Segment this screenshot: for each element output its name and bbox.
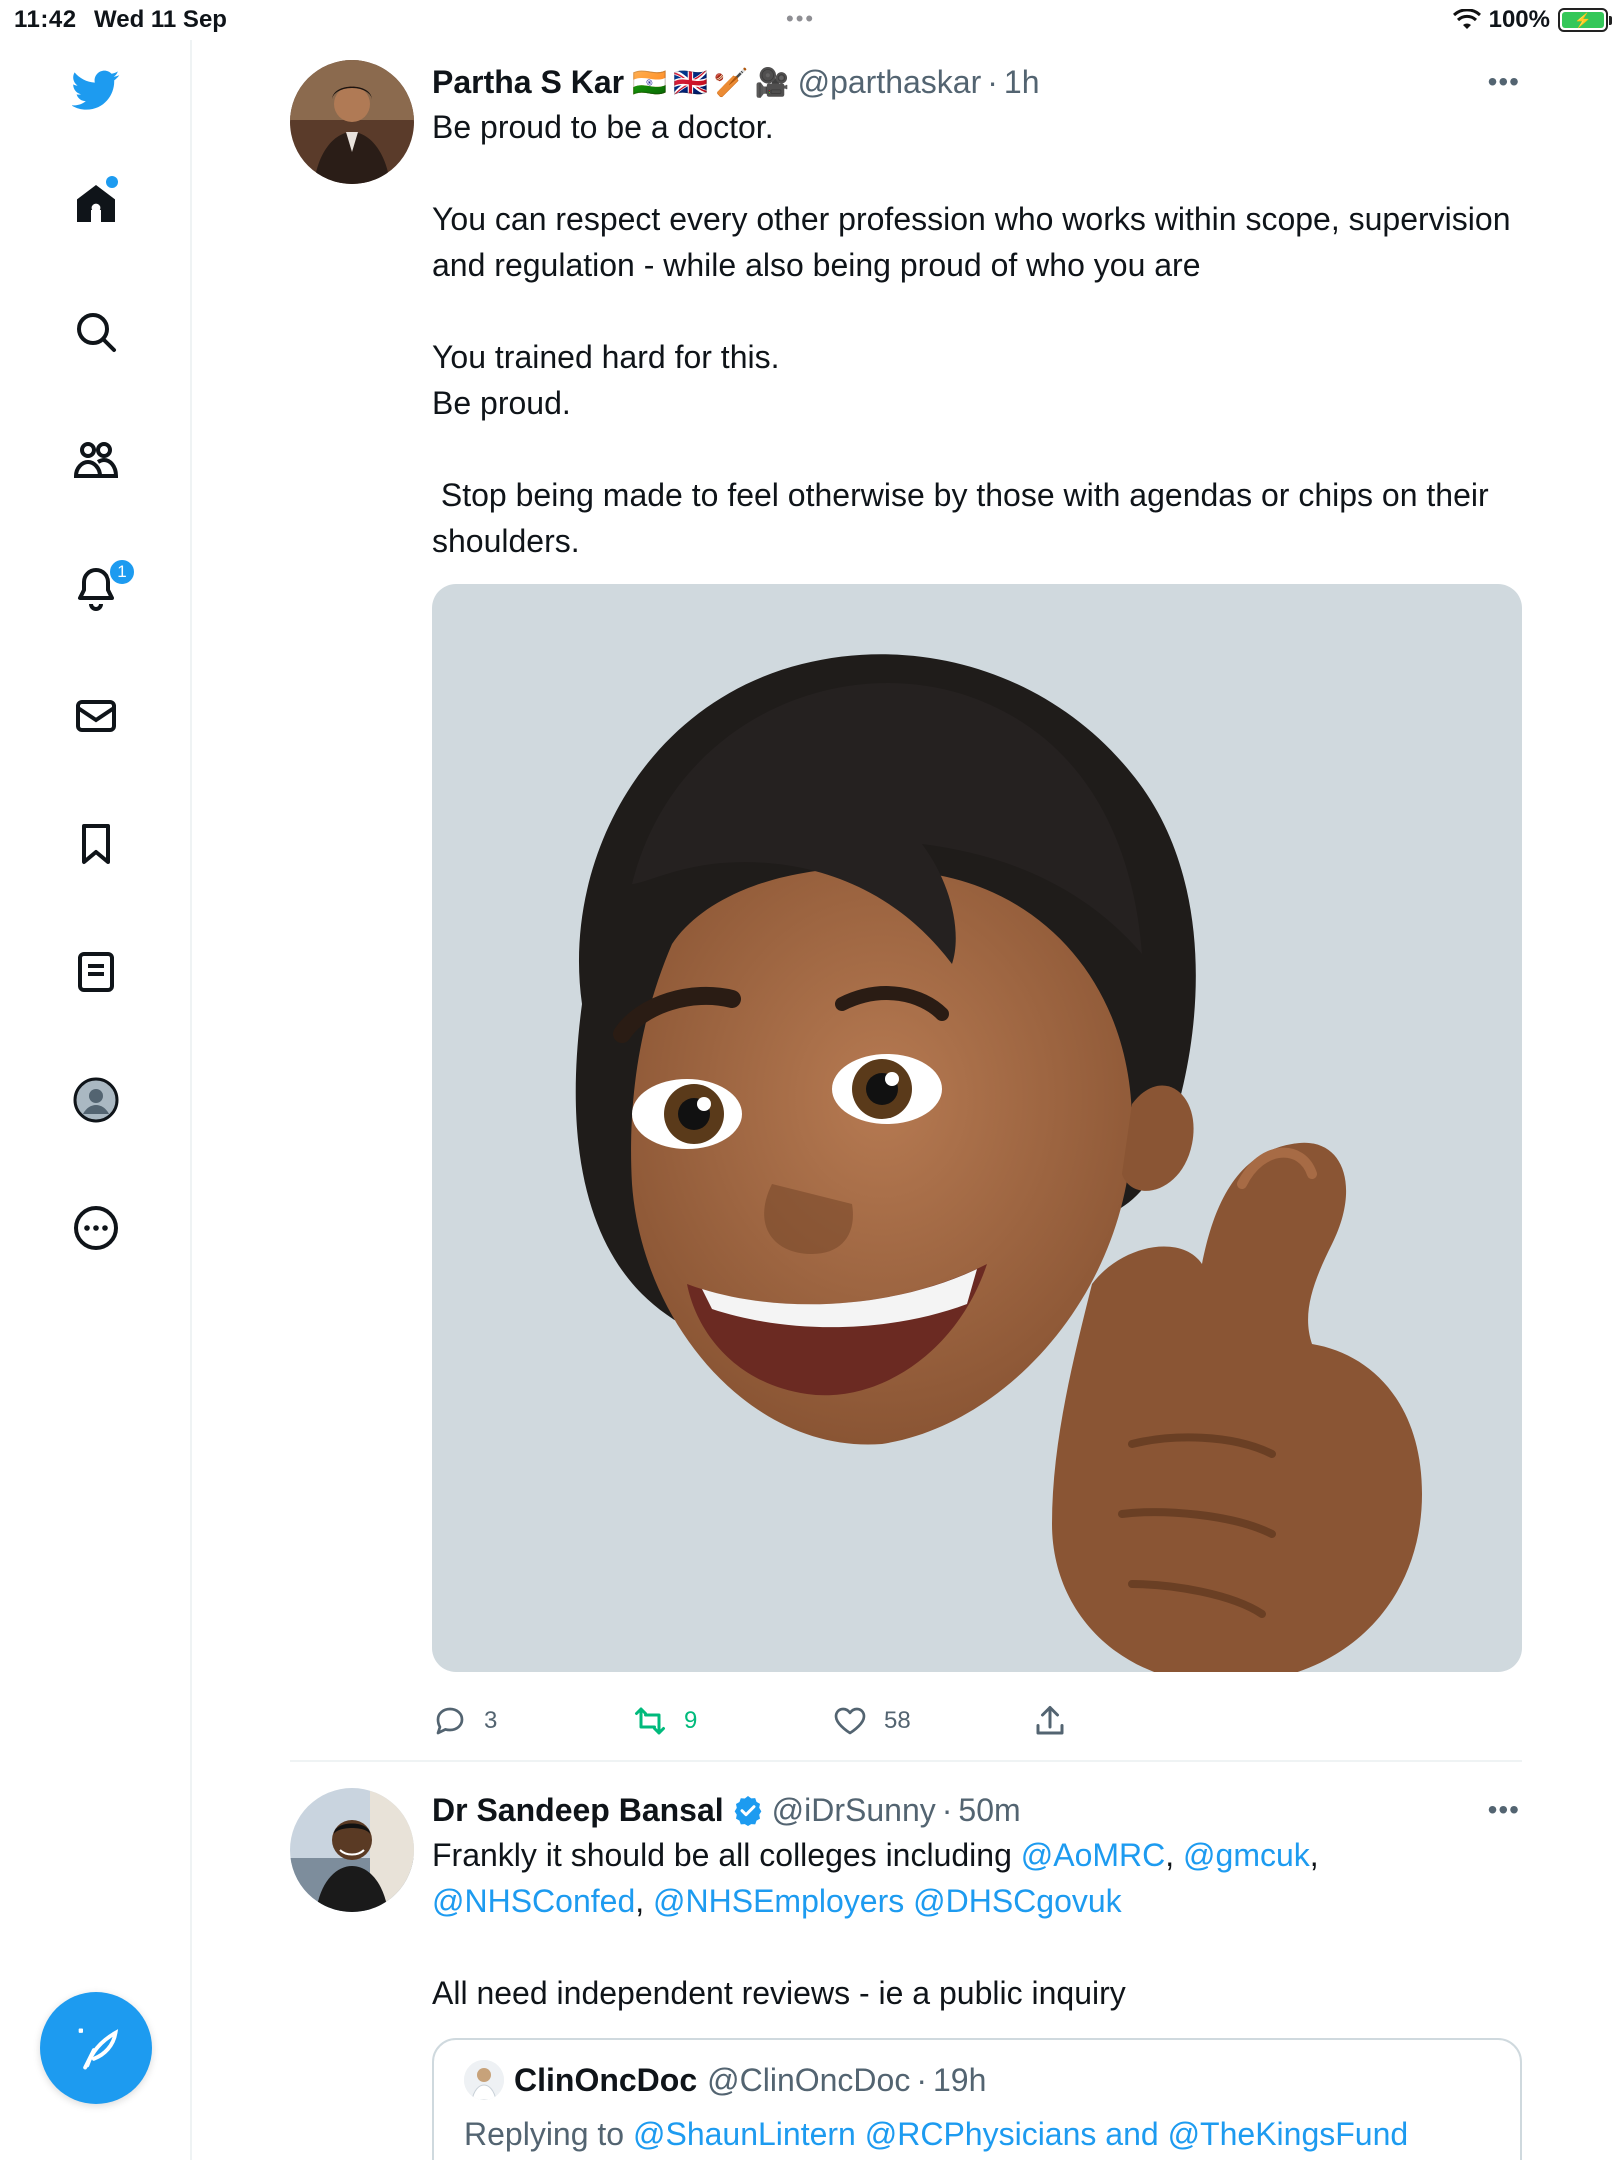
battery-icon: ⚡ [1558, 8, 1612, 32]
status-date: Wed 11 Sep [94, 6, 227, 33]
status-time: 11:42 [14, 6, 77, 33]
sidebar-nav: 1 [0, 40, 192, 2160]
retweet-icon [635, 1707, 665, 1735]
notifications-badge: 1 [108, 558, 136, 586]
replying-to-mentions[interactable]: @ShaunLintern @RCPhysicians and @TheKing… [633, 2116, 1408, 2152]
quoted-tweet[interactable]: ClinOncDoc @ClinOncDoc · 19h Replying to… [432, 2038, 1522, 2160]
author-name[interactable]: Dr Sandeep Bansal [432, 1792, 724, 1829]
battery-percent: 100% [1488, 6, 1550, 33]
more-options-icon[interactable] [68, 1200, 124, 1256]
status-indicators: 100% ⚡ [1452, 6, 1612, 34]
messages-icon[interactable] [68, 688, 124, 744]
tweet-divider [290, 1760, 1522, 1762]
profile-icon[interactable] [68, 1072, 124, 1128]
quote-replying-to: Replying to @ShaunLintern @RCPhysicians … [464, 2116, 1409, 2152]
quote-author-handle: @ClinOncDoc [707, 2061, 911, 2098]
compose-tweet-button[interactable] [40, 1992, 152, 2104]
author-name[interactable]: Partha S Kar [432, 64, 624, 101]
search-icon[interactable] [68, 304, 124, 360]
quoted-tweet-header: ClinOncDoc @ClinOncDoc · 19h [464, 2060, 1490, 2100]
tweet-header: Dr Sandeep Bansal @iDrSunny · 50m [432, 1791, 1021, 1829]
more-options-icon[interactable]: ••• [1488, 66, 1520, 98]
home-new-dot [106, 176, 118, 188]
compose-feather-icon [78, 2028, 119, 2070]
author-emoji-flags: 🇮🇳 🇬🇧 🏏 🎥 [632, 66, 790, 99]
reply-button[interactable]: 3 [432, 1703, 632, 1739]
verified-badge-icon [732, 1794, 764, 1826]
tweet-text: Be proud to be a doctor. You can respect… [432, 109, 1511, 559]
like-button[interactable]: 58 [832, 1703, 1032, 1739]
status-bar: 11:42 Wed 11 Sep ••• 100% ⚡ [0, 0, 1620, 40]
multitasking-dots-icon[interactable]: ••• [786, 6, 815, 32]
quote-avatar [464, 2060, 504, 2100]
mention-link[interactable]: @NHSEmployers [653, 1883, 904, 1919]
tweet-timestamp[interactable]: 1h [1004, 64, 1040, 101]
lists-icon[interactable] [68, 944, 124, 1000]
tweet-timestamp[interactable]: 50m [958, 1792, 1020, 1829]
quote-author-name: ClinOncDoc [514, 2061, 698, 2098]
avatar[interactable] [290, 60, 414, 184]
share-icon [1036, 1706, 1064, 1735]
emoji-cricket: 🏏 [713, 66, 749, 98]
mention-link[interactable]: @NHSConfed [432, 1883, 635, 1919]
memoji-thumbs-up-image [575, 654, 1422, 1672]
tweet-header: Partha S Kar 🇮🇳 🇬🇧 🏏 🎥 @parthaskar · 1h [432, 63, 1040, 101]
retweet-count: 9 [684, 1707, 698, 1734]
retweet-button[interactable]: 9 [632, 1703, 832, 1739]
bookmarks-icon[interactable] [68, 816, 124, 872]
reply-count: 3 [484, 1707, 498, 1734]
share-button[interactable] [1032, 1703, 1232, 1739]
author-handle[interactable]: @iDrSunny [772, 1792, 936, 1829]
reply-icon [436, 1707, 464, 1735]
wifi-icon [1452, 9, 1481, 29]
tweet-media-memoji[interactable] [432, 584, 1522, 1672]
more-options-icon[interactable]: ••• [1488, 1794, 1520, 1826]
avatar[interactable] [290, 1788, 414, 1912]
author-handle[interactable]: @parthaskar [798, 64, 982, 101]
emoji-movie-camera: 🎥 [754, 66, 790, 98]
heart-icon [834, 1707, 866, 1735]
mention-link[interactable]: @AoMRC [1021, 1837, 1166, 1873]
mention-link[interactable]: @DHSCgovuk [913, 1883, 1122, 1919]
notifications-icon[interactable]: 1 [68, 558, 136, 616]
tweet-text: Frankly it should be all colleges includ… [432, 1837, 1319, 2011]
like-count: 58 [884, 1707, 911, 1734]
mention-link[interactable]: @gmcuk [1183, 1837, 1310, 1873]
quote-timestamp: 19h [932, 2061, 987, 2098]
home-icon[interactable] [68, 176, 124, 232]
emoji-india-flag: 🇮🇳 [632, 66, 667, 98]
emoji-uk-flag: 🇬🇧 [672, 66, 708, 98]
tweet-actions: 3 9 58 [432, 1686, 1522, 1756]
communities-icon[interactable] [68, 432, 124, 488]
twitter-logo-icon[interactable] [68, 62, 124, 118]
